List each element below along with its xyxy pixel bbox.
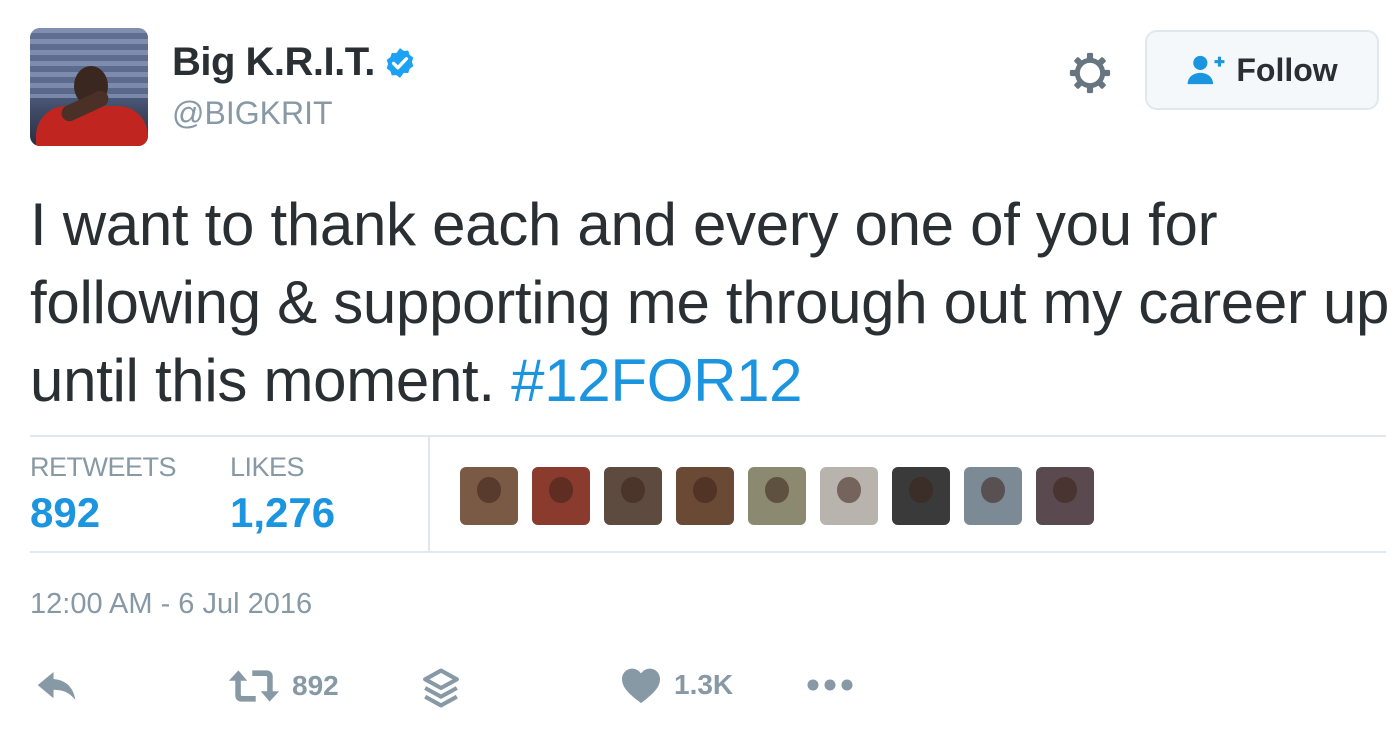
liker-avatar-7[interactable] bbox=[892, 467, 950, 525]
verified-badge-icon bbox=[386, 47, 414, 78]
retweet-button[interactable]: 892 bbox=[228, 666, 339, 706]
layers-icon bbox=[423, 668, 459, 708]
more-button[interactable] bbox=[806, 678, 854, 692]
likers-avatars bbox=[460, 467, 1094, 525]
retweets-stat[interactable]: RETWEETS 892 bbox=[30, 452, 177, 537]
user-handle[interactable]: @BIGKRIT bbox=[172, 95, 333, 132]
profile-avatar[interactable] bbox=[30, 28, 148, 146]
liker-avatar-3[interactable] bbox=[604, 467, 662, 525]
liker-avatar-5[interactable] bbox=[748, 467, 806, 525]
retweets-label: RETWEETS bbox=[30, 452, 177, 482]
avatar-shirt bbox=[36, 106, 148, 146]
gear-icon[interactable] bbox=[1067, 50, 1113, 96]
display-name[interactable]: Big K.R.I.T. bbox=[172, 40, 375, 85]
retweet-icon bbox=[228, 670, 280, 702]
liker-avatar-1[interactable] bbox=[460, 467, 518, 525]
stats-divider bbox=[428, 437, 430, 551]
tweet-timestamp[interactable]: 12:00 AM - 6 Jul 2016 bbox=[30, 588, 312, 621]
divider-top bbox=[30, 435, 1386, 437]
person-add-icon bbox=[1187, 55, 1225, 85]
tweet-text: I want to thank each and every one of yo… bbox=[30, 186, 1395, 420]
name-row: Big K.R.I.T. bbox=[172, 40, 417, 85]
follow-label: Follow bbox=[1236, 51, 1338, 88]
like-count: 1.3K bbox=[674, 669, 734, 700]
buffer-button[interactable] bbox=[422, 666, 460, 710]
hashtag-link[interactable]: #12FOR12 bbox=[511, 347, 802, 414]
like-button[interactable]: 1.3K bbox=[620, 666, 733, 704]
liker-avatar-4[interactable] bbox=[676, 467, 734, 525]
reply-button[interactable] bbox=[36, 668, 78, 704]
liker-avatar-9[interactable] bbox=[1036, 467, 1094, 525]
reply-icon bbox=[37, 672, 76, 700]
liker-avatar-8[interactable] bbox=[964, 467, 1022, 525]
follow-button[interactable]: Follow bbox=[1145, 30, 1379, 110]
retweet-count: 892 bbox=[292, 670, 339, 701]
likes-stat[interactable]: LIKES 1,276 bbox=[230, 452, 335, 537]
heart-icon bbox=[622, 668, 660, 704]
retweets-count: 892 bbox=[30, 489, 101, 536]
likes-count: 1,276 bbox=[230, 489, 336, 536]
divider-bottom bbox=[30, 551, 1386, 553]
more-icon bbox=[807, 679, 853, 691]
liker-avatar-6[interactable] bbox=[820, 467, 878, 525]
likes-label: LIKES bbox=[230, 452, 305, 482]
liker-avatar-2[interactable] bbox=[532, 467, 590, 525]
